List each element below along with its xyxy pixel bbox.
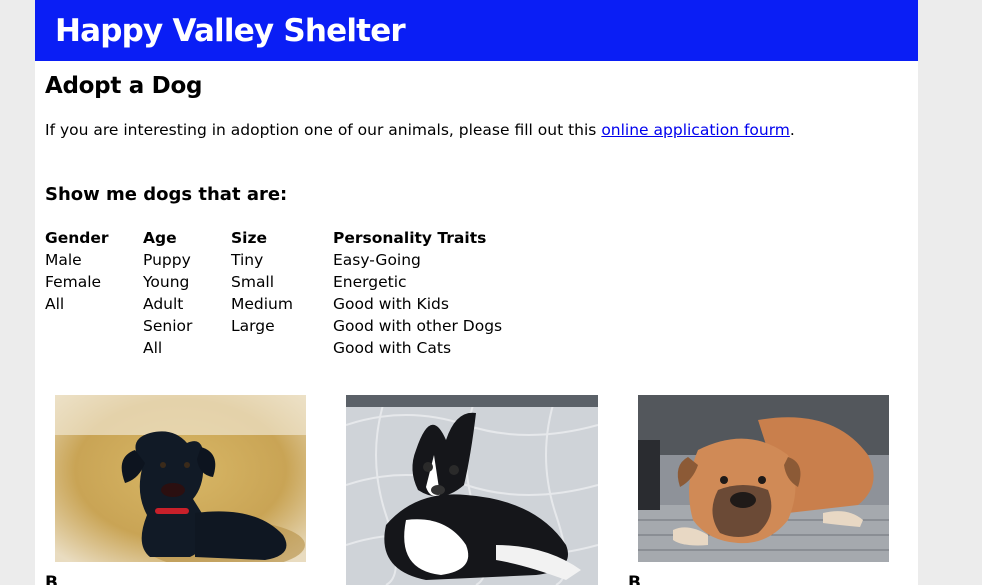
site-title: Happy Valley Shelter bbox=[55, 12, 406, 49]
application-form-link[interactable]: online application fourm bbox=[601, 121, 790, 139]
intro-text: If you are interesting in adoption one o… bbox=[45, 121, 602, 139]
filter-traits-heading: Personality Traits bbox=[333, 229, 487, 247]
filter-gender-male[interactable]: Male bbox=[45, 249, 143, 271]
intro-paragraph: If you are interesting in adoption one o… bbox=[45, 121, 908, 139]
filter-age-senior[interactable]: Senior bbox=[143, 315, 231, 337]
site-header: Happy Valley Shelter bbox=[35, 0, 918, 61]
filter-size-small[interactable]: Small bbox=[231, 271, 333, 293]
filter-trait-easy-going[interactable]: Easy-Going bbox=[333, 249, 533, 271]
filter-table: Gender Male Female All Age Puppy Young A… bbox=[45, 227, 908, 359]
filter-traits-column: Personality Traits Easy-Going Energetic … bbox=[333, 227, 533, 359]
filter-age-adult[interactable]: Adult bbox=[143, 293, 231, 315]
filter-age-all[interactable]: All bbox=[143, 337, 231, 359]
filter-gender-heading: Gender bbox=[45, 229, 109, 247]
filter-size-heading: Size bbox=[231, 229, 268, 247]
filters-title: Show me dogs that are: bbox=[45, 184, 288, 205]
filter-size-column: Size Tiny Small Medium Large bbox=[231, 227, 333, 359]
filter-gender-female[interactable]: Female bbox=[45, 271, 143, 293]
filter-age-puppy[interactable]: Puppy bbox=[143, 249, 231, 271]
filter-trait-energetic[interactable]: Energetic bbox=[333, 271, 533, 293]
filter-age-young[interactable]: Young bbox=[143, 271, 231, 293]
dog-photo-bulldog[interactable] bbox=[638, 395, 889, 562]
dog-name-3[interactable]: B bbox=[628, 573, 641, 585]
main-content: Adopt a Dog If you are interesting in ad… bbox=[35, 73, 918, 359]
page: Happy Valley Shelter Adopt a Dog If you … bbox=[35, 0, 918, 585]
filter-gender-all[interactable]: All bbox=[45, 293, 143, 315]
filter-gender-column: Gender Male Female All bbox=[45, 227, 143, 359]
filter-size-tiny[interactable]: Tiny bbox=[231, 249, 333, 271]
dog-photo-black-terrier[interactable] bbox=[55, 395, 306, 562]
filter-trait-good-with-kids[interactable]: Good with Kids bbox=[333, 293, 533, 315]
filter-trait-good-with-cats[interactable]: Good with Cats bbox=[333, 337, 533, 359]
filter-age-heading: Age bbox=[143, 229, 177, 247]
filter-trait-good-with-other-dogs[interactable]: Good with other Dogs bbox=[333, 315, 533, 337]
intro-end: . bbox=[789, 121, 795, 139]
page-title: Adopt a Dog bbox=[45, 73, 203, 99]
filter-size-large[interactable]: Large bbox=[231, 315, 333, 337]
dog-photo-boston-terrier[interactable] bbox=[346, 395, 598, 585]
filter-age-column: Age Puppy Young Adult Senior All bbox=[143, 227, 231, 359]
dog-name-1[interactable]: B bbox=[45, 573, 58, 585]
filter-size-medium[interactable]: Medium bbox=[231, 293, 333, 315]
